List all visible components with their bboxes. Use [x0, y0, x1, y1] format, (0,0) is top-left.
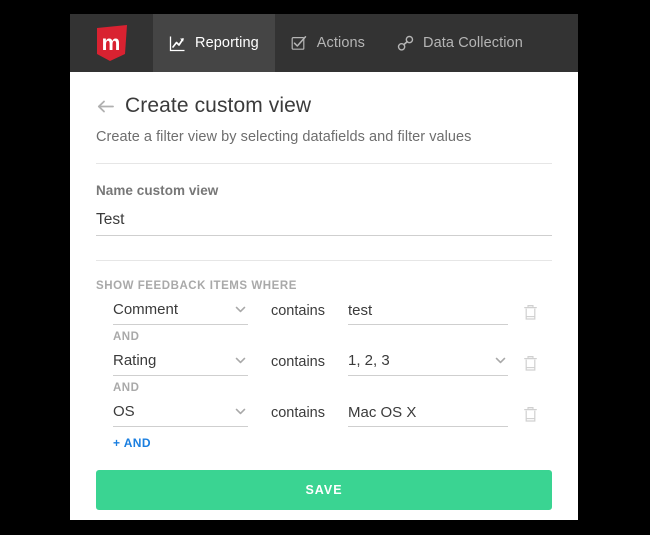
filter-field-cell: Comment [96, 296, 248, 325]
filter-field-select[interactable]: Rating [113, 347, 248, 376]
filter-field-cell: Rating [96, 347, 248, 376]
filter-field-select[interactable]: OS [113, 398, 248, 427]
filter-operator: contains [270, 354, 325, 370]
trash-icon[interactable] [523, 355, 538, 372]
filter-value-cell [348, 297, 508, 325]
chevron-down-icon [235, 406, 246, 417]
link-chain-icon [397, 35, 414, 52]
nav-tab-actions[interactable]: Actions [275, 14, 381, 72]
filter-value-input[interactable] [348, 297, 508, 325]
filter-value-input[interactable] [348, 399, 508, 427]
checkbox-checked-icon [291, 35, 308, 52]
filter-operator: contains [270, 303, 325, 319]
filter-row: OS contains [96, 398, 552, 427]
save-button[interactable]: SAVE [96, 470, 552, 510]
nav-tab-label: Actions [316, 35, 366, 51]
chevron-down-icon [235, 355, 246, 366]
chevron-down-icon [495, 355, 506, 366]
filter-field-value: Rating [113, 352, 157, 369]
filter-field-value: Comment [113, 301, 179, 318]
chart-line-icon [169, 35, 186, 52]
name-field-label: Name custom view [96, 183, 219, 198]
divider-middle [96, 260, 552, 261]
add-and-label: AND [123, 436, 151, 450]
filter-row: Rating contains 1, 2, 3 [96, 347, 552, 376]
back-arrow-icon[interactable] [96, 97, 115, 116]
divider-top [96, 163, 552, 164]
filter-value-text: 1, 2, 3 [348, 352, 390, 369]
filter-field-select[interactable]: Comment [113, 296, 248, 325]
filter-delete-cell [508, 304, 552, 325]
conjunction-label: AND [113, 382, 140, 394]
add-and-condition-button[interactable]: + AND [96, 436, 151, 450]
trash-icon[interactable] [523, 406, 538, 423]
conjunction-label: AND [113, 331, 140, 343]
plus-icon: + [113, 436, 121, 450]
nav-tab-label: Reporting [195, 35, 259, 51]
filter-value-select[interactable]: 1, 2, 3 [348, 347, 508, 376]
filter-field-cell: OS [96, 398, 248, 427]
top-navbar: m Reporting Actions Data Collection [70, 14, 578, 72]
mopinion-logo: m [92, 23, 132, 63]
filter-delete-cell [508, 355, 552, 376]
chevron-down-icon [235, 304, 246, 315]
trash-icon[interactable] [523, 304, 538, 321]
nav-tab-reporting[interactable]: Reporting [153, 14, 275, 72]
filter-field-value: OS [113, 403, 135, 420]
filter-delete-cell [508, 406, 552, 427]
filter-row: Comment contains [96, 296, 552, 325]
name-custom-view-input[interactable] [96, 204, 552, 236]
app-card: m Reporting Actions Data Collection Crea… [70, 14, 578, 520]
page-subtitle: Create a filter view by selecting datafi… [96, 129, 472, 145]
svg-text:m: m [101, 32, 120, 55]
filters-section-label: SHOW FEEDBACK ITEMS WHERE [96, 280, 297, 292]
page-header: Create custom view [96, 94, 552, 118]
logo-cell[interactable]: m [70, 14, 153, 72]
nav-tab-data-collection[interactable]: Data Collection [381, 14, 539, 72]
filter-operator: contains [270, 405, 325, 421]
nav-tab-label: Data Collection [423, 35, 523, 51]
page-content: Create custom view Create a filter view … [70, 72, 578, 510]
filter-value-cell [348, 399, 508, 427]
page-title: Create custom view [125, 94, 312, 117]
filter-value-cell: 1, 2, 3 [348, 347, 508, 376]
